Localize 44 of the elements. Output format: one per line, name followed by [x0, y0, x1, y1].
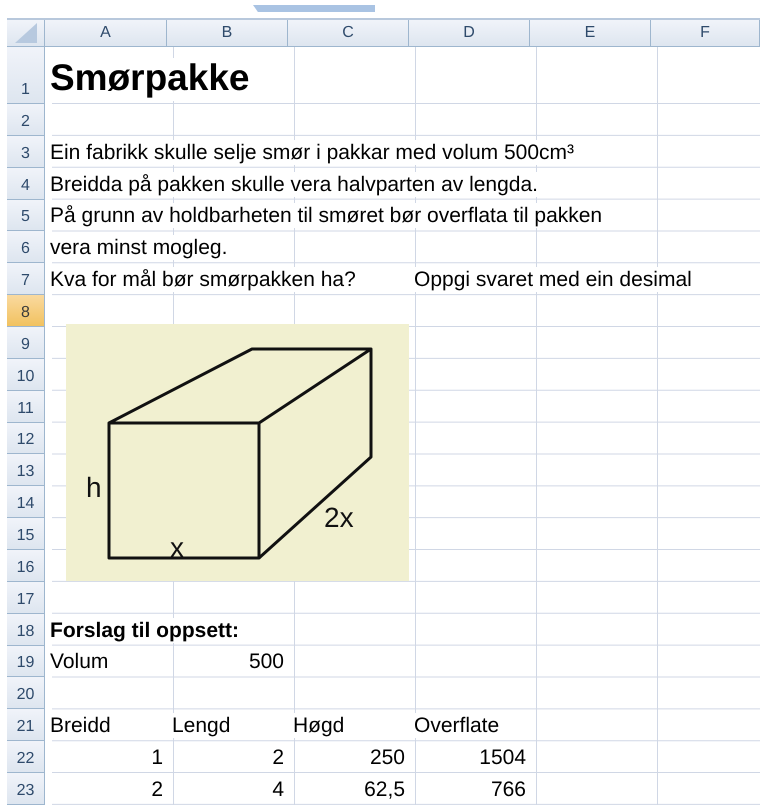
column-header[interactable]: B	[167, 20, 288, 47]
row-header[interactable]: 1	[7, 47, 45, 104]
length-label: 2x	[324, 502, 354, 533]
cell-text: Breidda på pakken skulle vera halvparten av lengda.	[50, 172, 538, 197]
row-header[interactable]: 8	[7, 295, 45, 328]
row-header[interactable]: 10	[7, 358, 45, 391]
row-header[interactable]: 20	[7, 677, 45, 710]
row-header[interactable]: 14	[7, 486, 45, 518]
row-header[interactable]: 5	[7, 200, 45, 232]
cell-text: Overflate	[414, 713, 500, 738]
cell-text: Høgd	[293, 713, 344, 738]
row-header[interactable]: 11	[7, 390, 45, 423]
row-header[interactable]: 18	[7, 614, 45, 646]
row-header[interactable]: 19	[7, 646, 45, 678]
splitter-handle[interactable]	[253, 5, 375, 12]
sheet-title: Smørpakke	[50, 58, 250, 101]
width-label: x	[170, 532, 184, 563]
column-header[interactable]: D	[409, 20, 530, 47]
row-header[interactable]: 7	[7, 263, 45, 296]
row-header[interactable]: 21	[7, 709, 45, 742]
column-header[interactable]: E	[530, 20, 651, 47]
row-header[interactable]: 2	[7, 104, 45, 136]
cell-text: Oppgi svaret med ein desimal	[414, 267, 692, 292]
row-header[interactable]: 13	[7, 454, 45, 486]
row-header[interactable]: 23	[7, 773, 45, 805]
row-header[interactable]: 9	[7, 327, 45, 359]
row-header[interactable]: 16	[7, 550, 45, 582]
row-header[interactable]: 12	[7, 422, 45, 454]
row-header[interactable]: 15	[7, 518, 45, 550]
column-header[interactable]: C	[288, 20, 409, 47]
cell-text: Lengd	[172, 713, 230, 738]
cell-text: vera minst mogleg.	[50, 235, 228, 260]
height-label: h	[86, 472, 102, 503]
row-header[interactable]: 3	[7, 136, 45, 168]
cell-text: Kva for mål bør smørpakken ha?	[50, 267, 356, 292]
cell-text: Ein fabrikk skulle selje smør i pakkar med volum 500cm³	[50, 140, 574, 165]
column-header[interactable]: F	[651, 20, 760, 47]
cell-text: På grunn av holdbarheten til smøret bør overflata til pakken	[50, 203, 602, 228]
row-header[interactable]: 4	[7, 168, 45, 200]
cell-text: Forslag til oppsett:	[50, 618, 239, 643]
row-header[interactable]: 22	[7, 741, 45, 774]
row-header[interactable]: 17	[7, 582, 45, 614]
row-header[interactable]: 6	[7, 231, 45, 264]
column-header[interactable]: A	[45, 20, 167, 47]
